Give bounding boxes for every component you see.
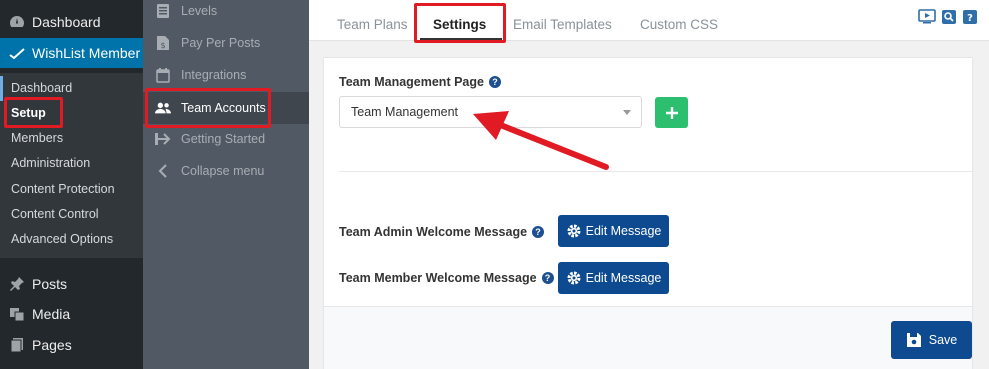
annotation-arrow [473,111,609,170]
